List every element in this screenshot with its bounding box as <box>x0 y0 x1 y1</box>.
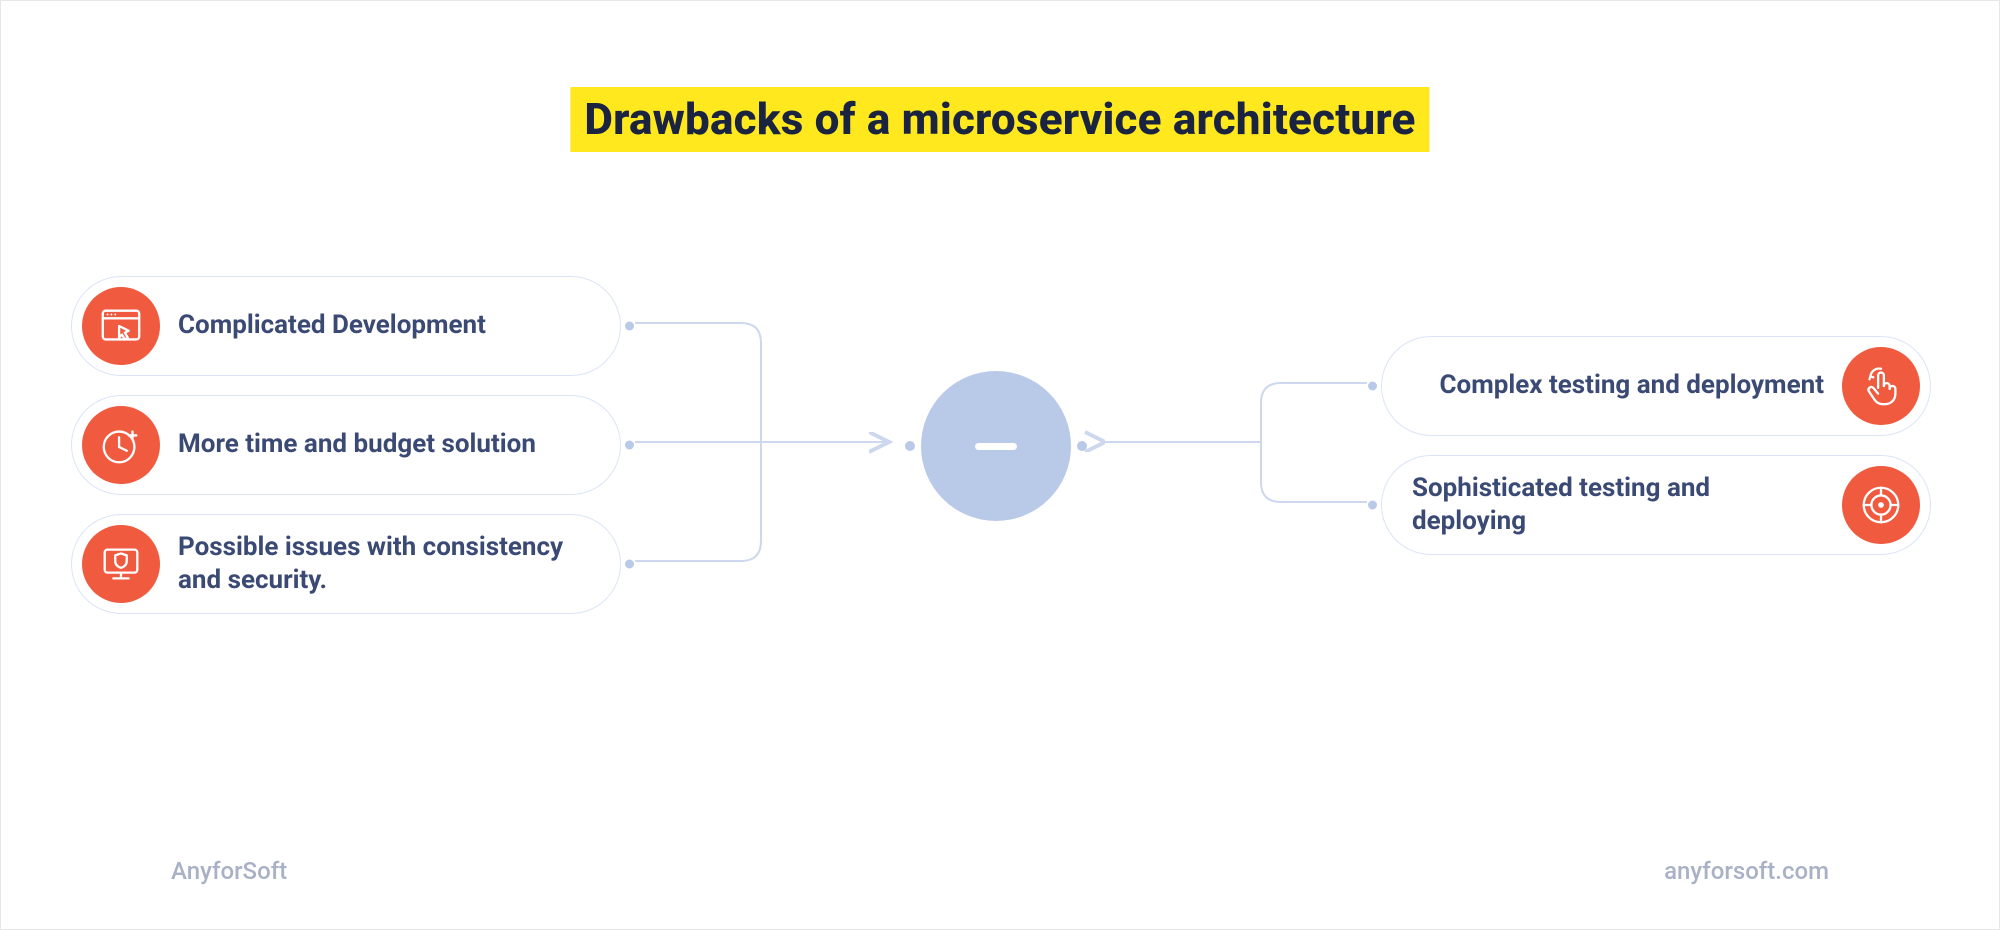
drawback-label: Complex testing and deployment <box>1440 369 1825 402</box>
footer-site: anyforsoft.com <box>1664 857 1829 885</box>
connector-dot <box>625 322 634 331</box>
footer-brand: AnyforSoft <box>171 857 287 885</box>
drawback-item-left-2: Possible issues with consistency and sec… <box>71 514 621 614</box>
center-dot-left <box>905 441 915 451</box>
clock-plus-icon <box>82 406 160 484</box>
drawback-item-left-1: More time and budget solution <box>71 395 621 495</box>
browser-cursor-icon <box>82 287 160 365</box>
diagram-title-wrap: Drawbacks of a microservice architecture <box>570 87 1429 152</box>
connector-dot <box>1368 501 1377 510</box>
drawback-item-left-0: Complicated Development <box>71 276 621 376</box>
touch-gesture-icon <box>1842 347 1920 425</box>
minus-icon <box>975 443 1017 450</box>
drawback-item-right-1: Sophisticated testing and deploying <box>1381 455 1931 555</box>
connector-dot <box>625 441 634 450</box>
connector-dot <box>625 560 634 569</box>
monitor-shield-icon <box>82 525 160 603</box>
drawback-label: More time and budget solution <box>178 428 536 461</box>
connector-dot <box>1368 382 1377 391</box>
center-minus-node <box>921 371 1071 521</box>
center-dot-right <box>1077 441 1087 451</box>
drawback-label: Possible issues with consistency and sec… <box>178 531 590 598</box>
drawback-label: Complicated Development <box>178 309 486 342</box>
vault-target-icon <box>1842 466 1920 544</box>
diagram-title: Drawbacks of a microservice architecture <box>570 87 1429 152</box>
drawback-item-right-0: Complex testing and deployment <box>1381 336 1931 436</box>
drawback-label: Sophisticated testing and deploying <box>1412 472 1824 539</box>
